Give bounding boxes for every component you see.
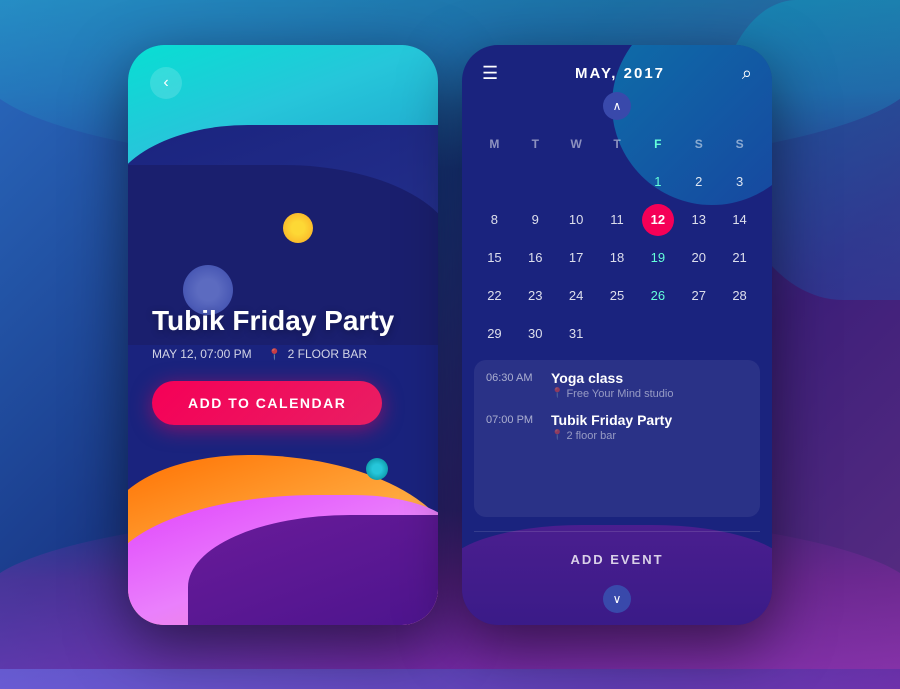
event-details-yoga: Yoga class 📍 Free Your Mind studio bbox=[551, 370, 673, 400]
day-header-thu: T bbox=[597, 126, 638, 162]
day-header-tue: T bbox=[515, 126, 556, 162]
event-item-yoga[interactable]: 06:30 AM Yoga class 📍 Free Your Mind stu… bbox=[486, 370, 748, 400]
left-phone: ‹ Tubik Friday Party MAY 12, 07:00 PM 📍 … bbox=[128, 45, 438, 625]
cal-day[interactable] bbox=[556, 164, 597, 200]
right-phone: ☰ MAY, 2017 ⌕ ∧ M T W T F S S 1 2 3 bbox=[462, 45, 772, 625]
day-header-mon: M bbox=[474, 126, 515, 162]
event-location-group: 📍 2 FLOOR BAR bbox=[268, 347, 367, 361]
cal-day-20[interactable]: 20 bbox=[678, 240, 719, 276]
cal-day-15[interactable]: 15 bbox=[474, 240, 515, 276]
event-location: 2 FLOOR BAR bbox=[288, 347, 367, 361]
cal-day-26[interactable]: 26 bbox=[637, 278, 678, 314]
chevron-up-button[interactable]: ∧ bbox=[603, 92, 631, 120]
cal-day-10[interactable]: 10 bbox=[556, 202, 597, 238]
cal-day-19[interactable]: 19 bbox=[637, 240, 678, 276]
cal-day-30[interactable]: 30 bbox=[515, 316, 556, 352]
day-header-wed: W bbox=[556, 126, 597, 162]
cal-day-28[interactable]: 28 bbox=[719, 278, 760, 314]
cal-day-2[interactable]: 2 bbox=[678, 164, 719, 200]
chevron-down-container: ∨ bbox=[462, 585, 772, 613]
cal-day[interactable] bbox=[515, 164, 556, 200]
week-row-4: 22 23 24 25 26 27 28 bbox=[474, 278, 760, 314]
event-title: Tubik Friday Party bbox=[152, 306, 414, 337]
cal-day-16[interactable]: 16 bbox=[515, 240, 556, 276]
event-loc-yoga: 📍 Free Your Mind studio bbox=[551, 388, 673, 400]
cal-day-empty bbox=[719, 316, 760, 352]
event-loc-party: 📍 2 floor bar bbox=[551, 430, 672, 442]
event-time-party: 07:00 PM bbox=[486, 412, 541, 426]
cal-day-21[interactable]: 21 bbox=[719, 240, 760, 276]
event-info: Tubik Friday Party MAY 12, 07:00 PM 📍 2 … bbox=[152, 306, 414, 425]
cal-day-3[interactable]: 3 bbox=[719, 164, 760, 200]
cal-day[interactable] bbox=[474, 164, 515, 200]
chevron-up-icon: ∧ bbox=[613, 99, 622, 113]
event-name-yoga: Yoga class bbox=[551, 370, 673, 386]
search-icon[interactable]: ⌕ bbox=[742, 63, 752, 84]
cal-day-29[interactable]: 29 bbox=[474, 316, 515, 352]
day-header-fri: F bbox=[637, 126, 678, 162]
week-row-3: 15 16 17 18 19 20 21 bbox=[474, 240, 760, 276]
cal-day-27[interactable]: 27 bbox=[678, 278, 719, 314]
week-row-1: 1 2 3 bbox=[474, 164, 760, 200]
cal-day-22[interactable]: 22 bbox=[474, 278, 515, 314]
event-date: MAY 12, 07:00 PM bbox=[152, 347, 252, 361]
cal-day-23[interactable]: 23 bbox=[515, 278, 556, 314]
cal-day-24[interactable]: 24 bbox=[556, 278, 597, 314]
cal-day[interactable] bbox=[597, 164, 638, 200]
event-details-party: Tubik Friday Party 📍 2 floor bar bbox=[551, 412, 672, 442]
calendar-month-title: MAY, 2017 bbox=[575, 65, 665, 82]
calendar-grid: M T W T F S S 1 2 3 8 9 10 11 12 13 14 bbox=[462, 126, 772, 354]
cal-day-13[interactable]: 13 bbox=[678, 202, 719, 238]
cal-day-empty bbox=[678, 316, 719, 352]
cal-day-25[interactable]: 25 bbox=[597, 278, 638, 314]
event-item-party[interactable]: 07:00 PM Tubik Friday Party 📍 2 floor ba… bbox=[486, 412, 748, 442]
event-meta: MAY 12, 07:00 PM 📍 2 FLOOR BAR bbox=[152, 347, 414, 361]
cal-day-1[interactable]: 1 bbox=[637, 164, 678, 200]
cal-day-12-today[interactable]: 12 bbox=[642, 204, 674, 236]
cal-day-31[interactable]: 31 bbox=[556, 316, 597, 352]
decorative-circle-yellow bbox=[283, 213, 313, 243]
events-divider bbox=[474, 531, 760, 532]
cal-day-18[interactable]: 18 bbox=[597, 240, 638, 276]
cal-day-14[interactable]: 14 bbox=[719, 202, 760, 238]
add-to-calendar-button[interactable]: ADD TO CALENDAR bbox=[152, 381, 382, 425]
calendar-header: ☰ MAY, 2017 ⌕ bbox=[462, 45, 772, 92]
menu-icon[interactable]: ☰ bbox=[482, 63, 498, 84]
pin-icon-yoga: 📍 bbox=[551, 388, 563, 399]
day-headers-row: M T W T F S S bbox=[474, 126, 760, 162]
cal-day-17[interactable]: 17 bbox=[556, 240, 597, 276]
pin-icon: 📍 bbox=[268, 349, 282, 361]
chevron-up-container: ∧ bbox=[462, 92, 772, 120]
week-row-5: 29 30 31 bbox=[474, 316, 760, 352]
back-button[interactable]: ‹ bbox=[150, 67, 182, 99]
cal-day-9[interactable]: 9 bbox=[515, 202, 556, 238]
cal-day-11[interactable]: 11 bbox=[597, 202, 638, 238]
decorative-circle-teal bbox=[366, 458, 388, 480]
cal-day-empty bbox=[597, 316, 638, 352]
pin-icon-party: 📍 bbox=[551, 430, 563, 441]
add-event-button[interactable]: ADD EVENT bbox=[474, 540, 760, 579]
cal-day-empty bbox=[637, 316, 678, 352]
chevron-down-icon: ∨ bbox=[613, 592, 622, 606]
events-section: 06:30 AM Yoga class 📍 Free Your Mind stu… bbox=[474, 360, 760, 517]
back-icon: ‹ bbox=[163, 74, 168, 92]
event-name-party: Tubik Friday Party bbox=[551, 412, 672, 428]
cal-day-8[interactable]: 8 bbox=[474, 202, 515, 238]
event-time-yoga: 06:30 AM bbox=[486, 370, 541, 384]
week-row-2: 8 9 10 11 12 13 14 bbox=[474, 202, 760, 238]
chevron-down-button[interactable]: ∨ bbox=[603, 585, 631, 613]
day-header-sat: S bbox=[678, 126, 719, 162]
day-header-sun: S bbox=[719, 126, 760, 162]
